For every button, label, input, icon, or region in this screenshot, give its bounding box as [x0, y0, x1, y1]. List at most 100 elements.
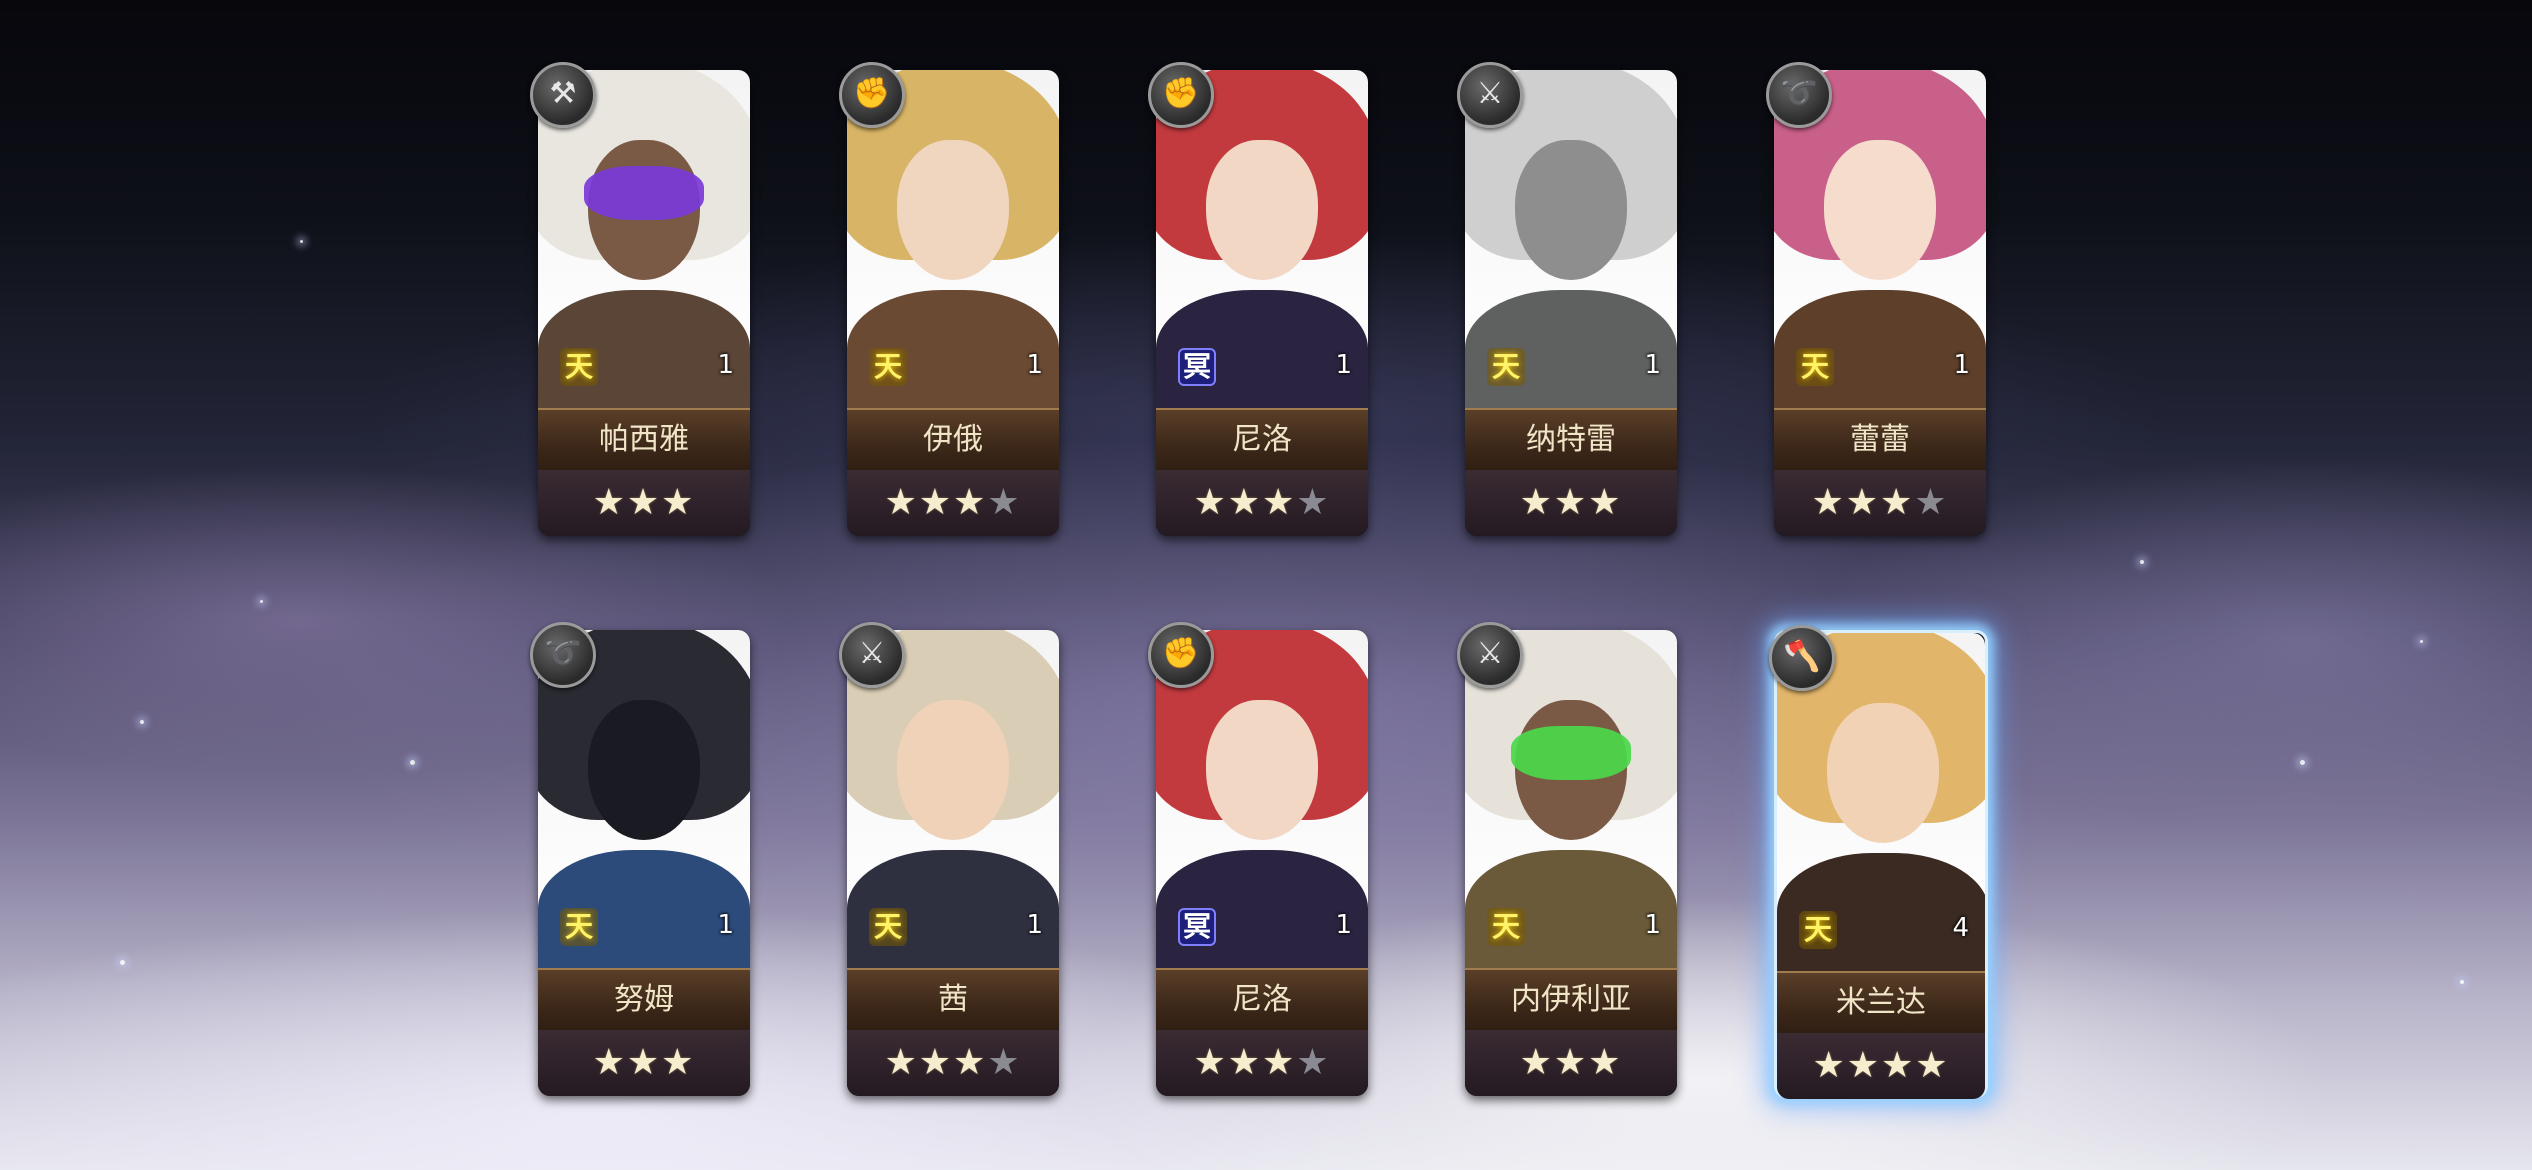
star-empty-icon: ★ — [1296, 482, 1331, 523]
star-rating: ★★★★ — [847, 470, 1059, 536]
character-card[interactable]: 天 1 ⚔ 内伊利亚 ★★★ — [1457, 622, 1677, 1096]
star-filled-icon: ★ — [1845, 482, 1880, 523]
portrait-face — [1824, 140, 1936, 280]
character-name: 内伊利亚 — [1465, 968, 1677, 1032]
element-badge: 天 — [560, 908, 598, 946]
summon-results-screen: 天 1 ⚒ 帕西雅 ★★★ 天 1 ✊ 伊俄 ★★★★ 冥 1 ✊ 尼洛 ★★★… — [0, 0, 2532, 1170]
star-filled-icon: ★ — [626, 482, 662, 523]
character-name: 茜 — [847, 968, 1059, 1032]
star-filled-icon: ★ — [661, 1042, 696, 1083]
character-name: 尼洛 — [1156, 408, 1368, 472]
element-badge: 天 — [1487, 348, 1525, 386]
element-badge: 冥 — [1178, 348, 1216, 386]
level-count: 1 — [1026, 910, 1043, 940]
level-count: 1 — [1335, 910, 1352, 940]
portrait-mask — [1511, 726, 1631, 780]
portrait-face — [1827, 703, 1939, 843]
axe-icon: 🪓 — [1769, 625, 1835, 691]
sparkle-decoration — [2420, 640, 2423, 643]
star-filled-icon: ★ — [1881, 1045, 1916, 1086]
character-name: 努姆 — [538, 968, 750, 1032]
portrait-face — [897, 140, 1009, 280]
star-rating: ★★★★ — [1156, 470, 1368, 536]
level-count: 1 — [1953, 350, 1970, 380]
character-card[interactable]: 天 1 ➰ 努姆 ★★★ — [530, 622, 750, 1096]
portrait-face — [897, 700, 1009, 840]
star-filled-icon: ★ — [1262, 1042, 1297, 1083]
element-badge: 天 — [1487, 908, 1525, 946]
character-name: 伊俄 — [847, 408, 1059, 472]
star-filled-icon: ★ — [1811, 482, 1846, 523]
star-filled-icon: ★ — [884, 482, 919, 523]
star-filled-icon: ★ — [1880, 482, 1915, 523]
sparkle-decoration — [300, 240, 303, 243]
star-filled-icon: ★ — [626, 1042, 662, 1083]
star-filled-icon: ★ — [1227, 482, 1262, 523]
sparkle-decoration — [2300, 760, 2305, 765]
sparkle-decoration — [260, 600, 263, 603]
whip-icon: ➰ — [530, 622, 596, 688]
sparkle-decoration — [410, 760, 415, 765]
character-card[interactable]: 冥 1 ✊ 尼洛 ★★★★ — [1148, 622, 1368, 1096]
character-card[interactable]: 冥 1 ✊ 尼洛 ★★★★ — [1148, 62, 1368, 536]
star-filled-icon: ★ — [1193, 482, 1228, 523]
level-count: 1 — [717, 350, 734, 380]
star-empty-icon: ★ — [987, 1042, 1022, 1083]
star-filled-icon: ★ — [1262, 482, 1297, 523]
element-badge: 天 — [869, 348, 907, 386]
star-rating: ★★★ — [538, 1030, 750, 1096]
character-card[interactable]: 天 1 ✊ 伊俄 ★★★★ — [839, 62, 1059, 536]
element-badge: 天 — [560, 348, 598, 386]
character-card[interactable]: 天 1 ⚒ 帕西雅 ★★★ — [530, 62, 750, 536]
star-filled-icon: ★ — [884, 1042, 919, 1083]
hammer-icon: ⚒ — [530, 62, 596, 128]
character-name: 帕西雅 — [538, 408, 750, 472]
star-filled-icon: ★ — [592, 482, 627, 523]
star-rating: ★★★★ — [1777, 1033, 1985, 1099]
star-filled-icon: ★ — [1227, 1042, 1262, 1083]
character-card[interactable]: 天 4 🪓 米兰达 ★★★★ — [1769, 625, 1988, 1099]
character-card[interactable]: 天 1 ⚔ 茜 ★★★★ — [839, 622, 1059, 1096]
character-name: 尼洛 — [1156, 968, 1368, 1032]
star-rating: ★★★★ — [1156, 1030, 1368, 1096]
star-filled-icon: ★ — [1193, 1042, 1228, 1083]
star-rating: ★★★★ — [1774, 470, 1986, 536]
star-empty-icon: ★ — [987, 482, 1022, 523]
sparkle-decoration — [120, 960, 125, 965]
star-filled-icon: ★ — [1519, 1042, 1554, 1083]
element-badge: 天 — [1796, 348, 1834, 386]
star-filled-icon: ★ — [1553, 1042, 1589, 1083]
portrait-face — [1206, 700, 1318, 840]
star-rating: ★★★ — [1465, 1030, 1677, 1096]
level-count: 1 — [1026, 350, 1043, 380]
sword-icon: ⚔ — [1457, 622, 1523, 688]
portrait-face — [1206, 140, 1318, 280]
sparkle-decoration — [140, 720, 144, 724]
element-badge: 天 — [869, 908, 907, 946]
element-badge: 天 — [1799, 911, 1837, 949]
star-empty-icon: ★ — [1296, 1042, 1331, 1083]
character-name: 纳特雷 — [1465, 408, 1677, 472]
character-card[interactable]: 天 1 ⚔ 纳特雷 ★★★ — [1457, 62, 1677, 536]
portrait-face — [1515, 140, 1627, 280]
star-rating: ★★★ — [1465, 470, 1677, 536]
portrait-face — [588, 700, 700, 840]
star-filled-icon: ★ — [953, 1042, 988, 1083]
star-empty-icon: ★ — [1914, 482, 1949, 523]
star-filled-icon: ★ — [1588, 1042, 1623, 1083]
level-count: 1 — [1335, 350, 1352, 380]
star-filled-icon: ★ — [918, 482, 953, 523]
star-filled-icon: ★ — [1812, 1045, 1847, 1086]
character-card[interactable]: 天 1 ➰ 蕾蕾 ★★★★ — [1766, 62, 1986, 536]
level-count: 1 — [1644, 350, 1661, 380]
gauntlet-icon: ✊ — [839, 62, 905, 128]
star-filled-icon: ★ — [1519, 482, 1554, 523]
gauntlet-icon: ✊ — [1148, 62, 1214, 128]
level-count: 1 — [717, 910, 734, 940]
star-filled-icon: ★ — [1846, 1045, 1881, 1086]
sparkle-decoration — [2140, 560, 2144, 564]
star-filled-icon: ★ — [592, 1042, 627, 1083]
element-badge: 冥 — [1178, 908, 1216, 946]
star-filled-icon: ★ — [1553, 482, 1589, 523]
star-rating: ★★★★ — [847, 1030, 1059, 1096]
